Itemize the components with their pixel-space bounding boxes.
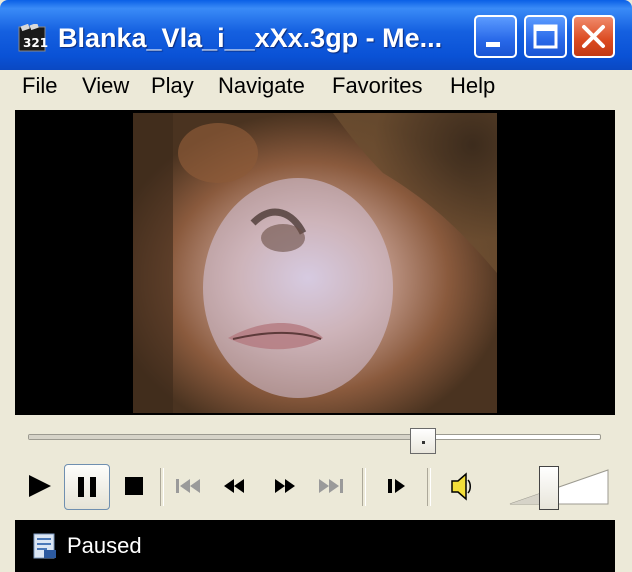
menu-play[interactable]: Play — [151, 70, 194, 102]
skip-forward-icon — [319, 479, 343, 493]
menu-favorites[interactable]: Favorites — [332, 70, 422, 102]
media-player-classic-icon[interactable]: 321 — [18, 24, 48, 54]
skip-back-icon — [176, 479, 200, 493]
skip-forward-button[interactable] — [311, 466, 351, 506]
speaker-icon — [451, 472, 471, 501]
pause-icon — [78, 477, 96, 497]
video-frame[interactable] — [133, 113, 497, 413]
control-separator — [362, 468, 366, 506]
video-frame-image — [133, 113, 497, 413]
frame-step-button[interactable] — [377, 466, 417, 506]
stop-button[interactable] — [115, 466, 155, 506]
menu-bar: File View Play Navigate Favorites Help — [0, 70, 632, 102]
play-icon — [29, 475, 51, 497]
stop-icon — [125, 477, 143, 495]
frame-step-icon — [388, 479, 405, 493]
close-button[interactable] — [572, 15, 615, 58]
fast-forward-button[interactable] — [264, 466, 304, 506]
status-text: Paused — [67, 533, 142, 558]
media-player-window: 321 Blanka_Vla_i__xXx.3gp - Me... File V… — [0, 0, 632, 572]
play-button[interactable] — [20, 466, 60, 506]
control-separator — [427, 468, 431, 506]
maximize-icon — [533, 24, 558, 49]
mute-button[interactable] — [441, 466, 481, 506]
pause-button[interactable] — [64, 464, 110, 510]
rewind-button[interactable] — [215, 466, 255, 506]
control-separator — [160, 468, 164, 506]
status-file-icon — [33, 533, 56, 559]
seek-bar[interactable] — [28, 434, 601, 440]
status-bar: Paused — [15, 520, 615, 572]
window-title: Blanka_Vla_i__xXx.3gp - Me... — [58, 23, 443, 53]
minimize-icon — [486, 42, 500, 47]
title-bar[interactable]: 321 Blanka_Vla_i__xXx.3gp - Me... — [0, 0, 632, 70]
menu-view[interactable]: View — [82, 70, 129, 102]
menu-file[interactable]: File — [22, 70, 57, 102]
volume-thumb[interactable] — [539, 466, 560, 510]
menu-navigate[interactable]: Navigate — [218, 70, 305, 102]
svg-text:321: 321 — [23, 36, 48, 50]
maximize-button[interactable] — [524, 15, 567, 58]
fast-forward-icon — [275, 479, 295, 493]
skip-back-button[interactable] — [168, 466, 208, 506]
seek-progress — [29, 435, 423, 439]
menu-help[interactable]: Help — [450, 70, 495, 102]
rewind-icon — [224, 479, 244, 493]
minimize-button[interactable] — [474, 15, 517, 58]
seek-thumb[interactable] — [410, 428, 437, 454]
close-icon — [582, 25, 605, 48]
